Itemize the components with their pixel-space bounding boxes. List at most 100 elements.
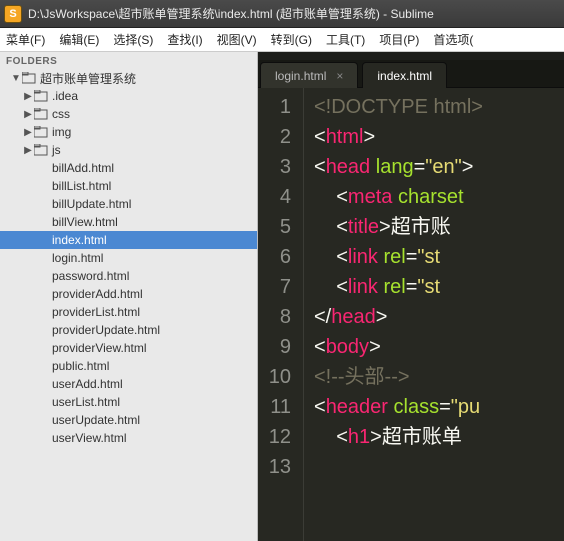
tree-folder-img[interactable]: ▶ img <box>0 123 257 141</box>
tree-file-label: login.html <box>52 251 103 265</box>
tree-file[interactable]: billView.html <box>0 213 257 231</box>
code-token: charset <box>398 186 464 208</box>
menu-prefs[interactable]: 首选项( <box>433 31 473 48</box>
tab-bar: login.html × index.html <box>258 60 564 88</box>
menu-view[interactable]: 视图(V) <box>217 31 257 48</box>
chevron-right-icon: ▶ <box>22 91 34 102</box>
code-token: rel <box>384 246 406 268</box>
tab-label: index.html <box>377 69 432 83</box>
code-token: head <box>331 306 376 328</box>
tree-folder-js[interactable]: ▶ js <box>0 141 257 159</box>
tree-file-label: billAdd.html <box>52 161 114 175</box>
tab-index[interactable]: index.html <box>362 62 447 88</box>
tree-file[interactable]: userList.html <box>0 393 257 411</box>
tree-file[interactable]: providerView.html <box>0 339 257 357</box>
tree-folder-css[interactable]: ▶ css <box>0 105 257 123</box>
menu-project[interactable]: 项目(P) <box>379 31 419 48</box>
code-token: head <box>326 156 371 178</box>
sidebar: FOLDERS ▼ 超市账单管理系统 ▶ .idea ▶ css ▶ img <box>0 52 258 541</box>
chevron-right-icon: ▶ <box>22 145 34 156</box>
code-token: meta <box>348 186 392 208</box>
tree-file-label: index.html <box>52 233 107 247</box>
tree-file-label: userAdd.html <box>52 377 123 391</box>
tree-file[interactable]: providerList.html <box>0 303 257 321</box>
tree-root-label: 超市账单管理系统 <box>40 70 136 87</box>
sidebar-header: FOLDERS <box>0 52 257 69</box>
code-token: 超市账单 <box>382 426 462 448</box>
folder-icon <box>22 72 36 84</box>
chevron-right-icon: ▶ <box>22 109 34 120</box>
code-token: <!--头部--> <box>314 366 410 388</box>
tree-file[interactable]: userView.html <box>0 429 257 447</box>
tree-file-label: providerView.html <box>52 341 147 355</box>
menu-edit[interactable]: 编辑(E) <box>59 31 99 48</box>
folder-icon <box>34 90 48 102</box>
tree-file-label: billList.html <box>52 179 111 193</box>
tree-file-label: userList.html <box>52 395 120 409</box>
tree-file-label: userView.html <box>52 431 126 445</box>
code-lines[interactable]: <!DOCTYPE html> <html> <head lang="en"> … <box>304 88 564 541</box>
tree-folder-idea[interactable]: ▶ .idea <box>0 87 257 105</box>
code-token: html <box>326 126 364 148</box>
tree-file[interactable]: userAdd.html <box>0 375 257 393</box>
code-token: link <box>348 276 378 298</box>
tree-file-label: billView.html <box>52 215 118 229</box>
code-token: "en" <box>425 156 461 178</box>
line-gutter: 12345678910111213 <box>258 88 304 541</box>
tree-folder-label: js <box>52 143 61 157</box>
app-icon: S <box>4 5 22 23</box>
code-token: class <box>394 396 440 418</box>
menu-find[interactable]: 查找(I) <box>167 31 202 48</box>
menu-tools[interactable]: 工具(T) <box>326 31 365 48</box>
menu-bar: 菜单(F) 编辑(E) 选择(S) 查找(I) 视图(V) 转到(G) 工具(T… <box>0 28 564 52</box>
code-token: "pu <box>451 396 480 418</box>
minimap-gap <box>258 52 564 60</box>
tree-file-label: password.html <box>52 269 129 283</box>
tree-file[interactable]: providerUpdate.html <box>0 321 257 339</box>
code-token: link <box>348 246 378 268</box>
tree-file-label: providerList.html <box>52 305 140 319</box>
tree-file[interactable]: login.html <box>0 249 257 267</box>
window-titlebar: S D:\JsWorkspace\超市账单管理系统\index.html (超市… <box>0 0 564 28</box>
tree-file[interactable]: billList.html <box>0 177 257 195</box>
tree-file[interactable]: public.html <box>0 357 257 375</box>
code-token: header <box>326 396 388 418</box>
tree-file-selected[interactable]: index.html <box>0 231 257 249</box>
window-title: D:\JsWorkspace\超市账单管理系统\index.html (超市账单… <box>28 5 434 22</box>
tree-file[interactable]: userUpdate.html <box>0 411 257 429</box>
folder-tree: ▼ 超市账单管理系统 ▶ .idea ▶ css ▶ img ▶ <box>0 69 257 541</box>
code-token: body <box>326 336 369 358</box>
code-area[interactable]: 12345678910111213 <!DOCTYPE html> <html>… <box>258 88 564 541</box>
tree-folder-label: .idea <box>52 89 78 103</box>
tree-root[interactable]: ▼ 超市账单管理系统 <box>0 69 257 87</box>
tree-file[interactable]: billUpdate.html <box>0 195 257 213</box>
tree-file-label: public.html <box>52 359 109 373</box>
close-icon[interactable]: × <box>336 69 343 83</box>
tree-file[interactable]: password.html <box>0 267 257 285</box>
code-token: <!DOCTYPE html> <box>314 96 483 118</box>
tree-folder-label: img <box>52 125 71 139</box>
tree-file[interactable]: providerAdd.html <box>0 285 257 303</box>
tree-file-label: billUpdate.html <box>52 197 131 211</box>
code-token: title <box>348 216 379 238</box>
folder-icon <box>34 108 48 120</box>
tab-login[interactable]: login.html × <box>260 62 358 88</box>
menu-file[interactable]: 菜单(F) <box>6 31 45 48</box>
folder-icon <box>34 126 48 138</box>
code-token: rel <box>384 276 406 298</box>
tree-file-label: userUpdate.html <box>52 413 140 427</box>
chevron-down-icon: ▼ <box>10 73 22 84</box>
code-token: 超市账 <box>391 216 451 238</box>
code-token: lang <box>376 156 414 178</box>
tab-label: login.html <box>275 69 326 83</box>
editor-pane: login.html × index.html 1234567891011121… <box>258 52 564 541</box>
code-token: "st <box>417 246 440 268</box>
folder-icon <box>34 144 48 156</box>
tree-file-label: providerUpdate.html <box>52 323 160 337</box>
tree-file[interactable]: billAdd.html <box>0 159 257 177</box>
menu-select[interactable]: 选择(S) <box>113 31 153 48</box>
menu-goto[interactable]: 转到(G) <box>271 31 312 48</box>
tree-folder-label: css <box>52 107 70 121</box>
chevron-right-icon: ▶ <box>22 127 34 138</box>
code-token: "st <box>417 276 440 298</box>
